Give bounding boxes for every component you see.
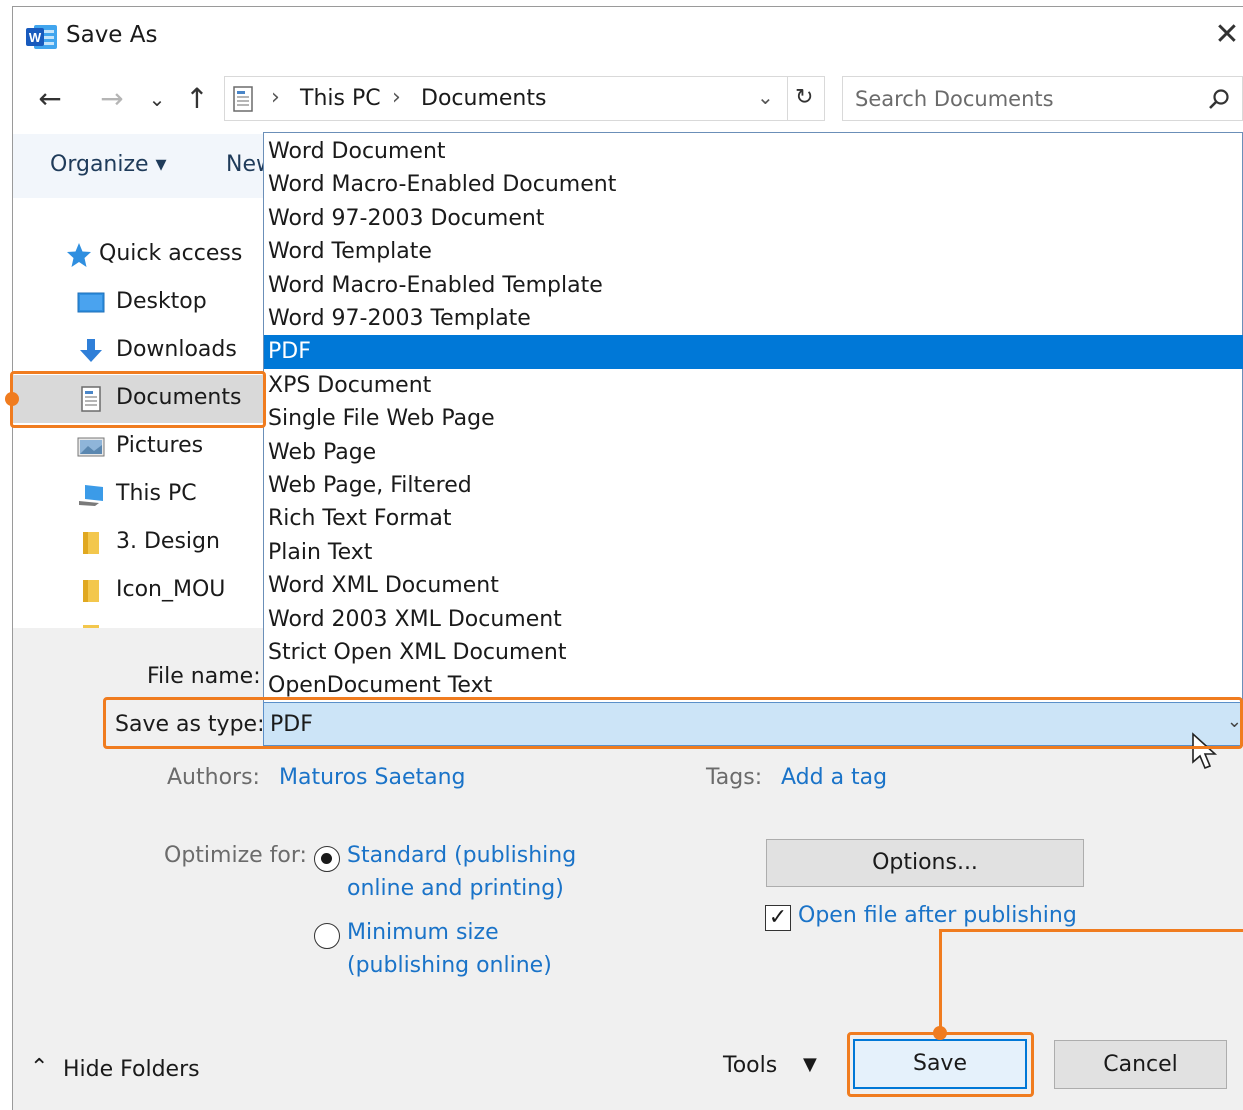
tags-input[interactable]: Add a tag bbox=[781, 765, 887, 790]
sidebar-item-label: Pictures bbox=[116, 433, 204, 458]
computer-icon bbox=[79, 485, 103, 506]
file-type-option[interactable]: Word Macro-Enabled Template bbox=[264, 269, 1243, 302]
hide-folders-button[interactable]: Hide Folders bbox=[63, 1057, 200, 1082]
tools-menu-button[interactable]: Tools bbox=[723, 1053, 777, 1078]
search-input[interactable] bbox=[855, 85, 1195, 113]
file-type-option[interactable]: Strict Open XML Document bbox=[264, 636, 1243, 669]
file-type-option[interactable]: Word Document bbox=[264, 135, 1243, 168]
word-icon: W bbox=[26, 25, 57, 49]
file-type-option[interactable]: Rich Text Format bbox=[264, 502, 1243, 535]
optimize-minimum-label-line1[interactable]: Minimum size bbox=[347, 920, 499, 945]
sidebar-item-3-design[interactable]: 3. Design bbox=[13, 519, 263, 567]
optimize-standard-radio[interactable] bbox=[314, 846, 340, 872]
forward-arrow-icon[interactable]: → bbox=[95, 80, 129, 118]
sidebar-item-label: This PC bbox=[116, 481, 197, 506]
file-type-dropdown-list[interactable]: Word Document Word Macro-Enabled Document… bbox=[263, 132, 1243, 702]
tags-label: Tags: bbox=[706, 765, 763, 790]
optimize-for-label: Optimize for: bbox=[164, 843, 307, 868]
file-type-option[interactable]: XPS Document bbox=[264, 369, 1243, 402]
sidebar-item-label: 3. Design bbox=[116, 529, 220, 554]
address-dropdown-chevron-icon[interactable]: ⌄ bbox=[757, 85, 774, 109]
sidebar-item-icon-mou[interactable]: Icon_MOU bbox=[13, 567, 263, 615]
authors-value[interactable]: Maturos Saetang bbox=[279, 765, 466, 790]
file-type-option[interactable]: Plain Text bbox=[264, 536, 1243, 569]
breadcrumb-separator: › bbox=[392, 85, 401, 110]
chevron-up-icon[interactable]: ⌃ bbox=[30, 1055, 48, 1080]
annotation-save-as-type-highlight bbox=[103, 697, 1243, 749]
file-type-option[interactable]: Single File Web Page bbox=[264, 402, 1243, 435]
cancel-button[interactable]: Cancel bbox=[1054, 1040, 1227, 1089]
up-arrow-icon[interactable]: ↑ bbox=[180, 80, 214, 118]
sidebar-item-label: Desktop bbox=[116, 289, 207, 314]
desktop-icon bbox=[77, 292, 105, 313]
sidebar-item-this-pc[interactable]: This PC bbox=[13, 471, 263, 519]
options-button[interactable]: Options... bbox=[766, 839, 1084, 887]
pictures-icon bbox=[77, 437, 105, 457]
sidebar-item-downloads[interactable]: Downloads bbox=[13, 327, 263, 375]
svg-text:W: W bbox=[29, 30, 42, 45]
folder-icon bbox=[83, 532, 99, 554]
sidebar-item-label: Icon_MOU bbox=[116, 577, 226, 602]
address-divider bbox=[787, 77, 788, 120]
sidebar-item-pictures[interactable]: Pictures bbox=[13, 423, 263, 471]
folder-icon bbox=[83, 580, 99, 602]
file-type-option[interactable]: Word 97-2003 Document bbox=[264, 202, 1243, 235]
documents-location-icon bbox=[233, 86, 253, 112]
authors-label: Authors: bbox=[167, 765, 260, 790]
search-box[interactable] bbox=[842, 76, 1243, 121]
star-icon bbox=[67, 243, 91, 267]
file-type-option[interactable]: Web Page, Filtered bbox=[264, 469, 1243, 502]
optimize-standard-label-line2[interactable]: online and printing) bbox=[347, 876, 564, 901]
file-type-option[interactable]: PDF bbox=[264, 335, 1243, 369]
breadcrumb-documents[interactable]: Documents bbox=[421, 86, 546, 111]
organize-menu-button[interactable]: Organize ▾ bbox=[50, 152, 167, 177]
back-arrow-icon[interactable]: ← bbox=[33, 80, 67, 118]
search-icon[interactable] bbox=[1207, 88, 1231, 112]
annotation-documents-highlight bbox=[10, 371, 266, 428]
file-type-option[interactable]: Word 97-2003 Template bbox=[264, 302, 1243, 335]
close-icon[interactable]: ✕ bbox=[1210, 18, 1243, 54]
file-type-option[interactable]: Word 2003 XML Document bbox=[264, 603, 1243, 636]
sidebar-item-label: Quick access bbox=[99, 241, 243, 266]
file-name-label: File name: bbox=[147, 664, 261, 689]
optimize-minimum-label-line2[interactable]: (publishing online) bbox=[347, 953, 552, 978]
recent-locations-chevron-icon[interactable]: ⌄ bbox=[140, 80, 174, 118]
sidebar-item-label: Downloads bbox=[116, 337, 237, 362]
open-after-publishing-checkbox[interactable]: ✓ bbox=[765, 905, 791, 931]
file-type-option[interactable]: Word Template bbox=[264, 235, 1243, 268]
tools-dropdown-icon[interactable]: ▼ bbox=[803, 1054, 817, 1075]
breadcrumb-this-pc[interactable]: This PC bbox=[300, 86, 381, 111]
sidebar-item-quick-access[interactable]: Quick access bbox=[13, 231, 263, 279]
annotation-save-button-highlight bbox=[847, 1032, 1034, 1097]
annotation-dot bbox=[5, 392, 19, 406]
sidebar-item-desktop[interactable]: Desktop bbox=[13, 279, 263, 327]
refresh-icon[interactable]: ↻ bbox=[795, 85, 813, 110]
window-title: Save As bbox=[66, 22, 158, 48]
breadcrumb-separator: › bbox=[271, 85, 280, 110]
optimize-minimum-radio[interactable] bbox=[314, 923, 340, 949]
file-type-option[interactable]: Word Macro-Enabled Document bbox=[264, 168, 1243, 201]
optimize-standard-label-line1[interactable]: Standard (publishing bbox=[347, 843, 576, 868]
annotation-connector-vertical bbox=[939, 929, 942, 1033]
address-bar[interactable]: › This PC › Documents ⌄ ↻ bbox=[224, 76, 825, 121]
download-arrow-icon bbox=[80, 339, 102, 362]
file-type-option[interactable]: Web Page bbox=[264, 436, 1243, 469]
annotation-connector-horizontal bbox=[939, 929, 1243, 932]
title-bar bbox=[12, 6, 1243, 68]
open-after-publishing-label[interactable]: Open file after publishing bbox=[798, 903, 1077, 928]
file-type-option[interactable]: Word XML Document bbox=[264, 569, 1243, 602]
